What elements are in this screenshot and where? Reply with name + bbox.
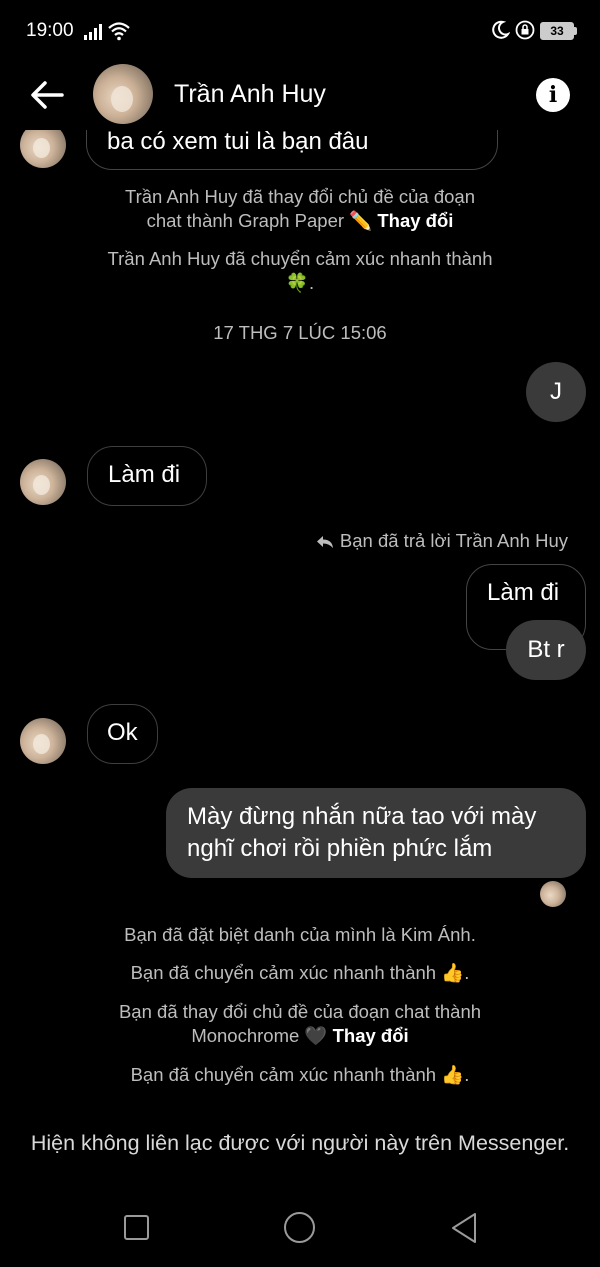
contact-name[interactable]: Trần Anh Huy [174,80,326,109]
black-heart-emoji: 🖤 [304,1025,328,1046]
incoming-message-bubble[interactable]: Ok [87,704,158,764]
message-text-line: nghĩ chơi rồi phiền phức lắm [187,835,493,862]
system-text: chat thành Graph Paper [146,210,345,231]
message-text: Bt r [527,636,565,663]
timestamp-divider: 17 THG 7 LÚC 15:06 [213,322,387,343]
system-text: Trần Anh Huy đã thay đổi chủ đề của đoạn [124,186,476,207]
conversation-header: Trần Anh Huy i [0,62,600,130]
status-time: 19:00 [26,20,74,41]
system-message-reaction-change: Trần Anh Huy đã chuyển cảm xúc nhanh thà… [60,247,540,295]
thumbs-up-emoji: 👍 [441,1064,465,1085]
incoming-message-bubble[interactable]: ba có xem tui là bạn đâu [86,130,498,170]
sender-avatar [20,130,66,168]
wifi-icon [108,22,130,41]
home-icon[interactable] [284,1212,315,1243]
status-bar: 19:00 33 [0,0,600,62]
system-text-tail: . [308,272,315,293]
contact-avatar[interactable] [93,64,153,124]
outgoing-message-bubble[interactable]: Mày đừng nhắn nữa tao với mày nghĩ chơi … [166,788,586,878]
message-text: ba có xem tui là bạn đâu [107,130,369,155]
reply-note-text: Bạn đã trả lời Trần Anh Huy [339,530,568,551]
sender-avatar [20,459,66,505]
outgoing-message-bubble[interactable]: Bt r [506,620,586,680]
incoming-message-bubble[interactable]: Làm đi [87,446,207,506]
system-text-tail: . [464,1064,470,1085]
quoted-text: Làm đi [487,579,560,606]
message-text-line: Mày đừng nhắn nữa tao với mày [187,803,537,830]
reply-indicator: Bạn đã trả lời Trần Anh Huy [300,530,568,552]
sender-avatar [20,718,66,764]
reply-icon [316,536,333,549]
system-message-nickname: Bạn đã đặt biệt danh của mình là Kim Ánh… [124,924,476,945]
change-theme-link[interactable]: Thay đổi [333,1025,409,1046]
outgoing-message-bubble[interactable]: J [526,362,586,422]
back-triangle-icon[interactable] [450,1212,478,1244]
recent-apps-icon[interactable] [124,1215,149,1240]
system-message-theme-change: Trần Anh Huy đã thay đổi chủ đề của đoạn… [60,185,540,233]
message-text: J [550,378,562,405]
battery-icon: 33 [540,22,574,40]
system-text: Bạn đã thay đổi chủ đề của đoạn chat thà… [118,1001,482,1022]
system-message-reaction-change: Bạn đã chuyển cảm xúc nhanh thành 👍. [60,1063,540,1087]
system-text: Bạn đã chuyển cảm xúc nhanh thành [130,1064,437,1085]
seen-avatar [540,881,566,907]
signal-icon [84,24,102,40]
system-text: Trần Anh Huy đã chuyển cảm xúc nhanh thà… [107,248,493,269]
thumbs-up-emoji: 👍 [441,962,465,983]
system-message-theme-change: Bạn đã thay đổi chủ đề của đoạn chat thà… [60,1000,540,1048]
system-text: Bạn đã chuyển cảm xúc nhanh thành [130,962,437,983]
battery-tip [574,27,577,35]
pencil-emoji: ✏️ [349,210,373,231]
change-theme-link[interactable]: Thay đổi [377,210,453,231]
arrow-left-icon[interactable] [28,78,66,112]
system-text-tail: . [464,962,470,983]
system-message-reaction-change: Bạn đã chuyển cảm xúc nhanh thành 👍. [60,961,540,985]
message-text: Ok [107,719,138,746]
message-text: Làm đi [108,461,181,488]
moon-icon [492,20,510,39]
clover-emoji: 🍀 [285,272,309,293]
info-icon[interactable]: i [536,78,570,112]
system-text: Monochrome [191,1025,300,1046]
partial-message-clip: ba có xem tui là bạn đâu [0,130,600,170]
unreachable-notice: Hiện không liên lạc được với người này t… [30,1131,570,1155]
lock-rotation-icon [515,20,535,40]
system-navigation-bar [0,1190,600,1267]
